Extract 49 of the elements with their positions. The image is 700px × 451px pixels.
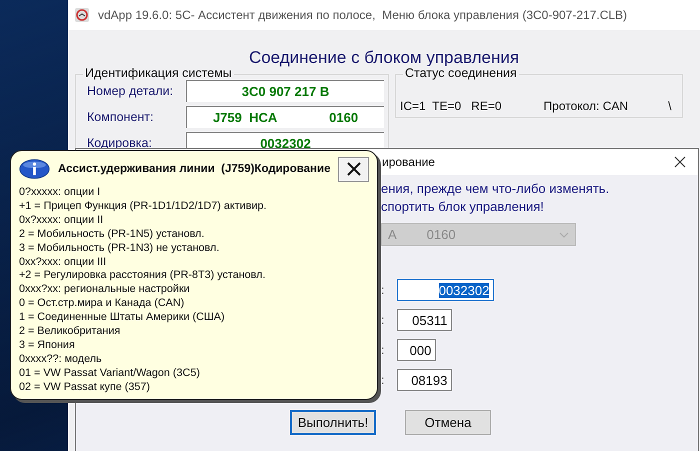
field-label: : — [381, 283, 384, 297]
help-line: 2 = Мобильность (PR-1N5) установл. — [19, 228, 206, 242]
help-line: 0xxxx??: модель — [19, 352, 103, 367]
app-icon — [74, 7, 90, 23]
value-text: J759 HCA — [212, 110, 278, 125]
spinner-text: \ — [668, 98, 672, 112]
input-field[interactable]: 0032302 — [397, 279, 494, 301]
close-icon[interactable] — [674, 156, 686, 168]
help-line: 0 = Ост.стр.мира и Канада (CAN) — [19, 297, 186, 312]
help-line: 0x?xxxx: опции II — [19, 214, 104, 228]
help-line: 0xxx?xx: региональные настройки — [19, 283, 191, 298]
field-label: Кодировка: — [87, 136, 153, 150]
warning-text: ения, прежде чем что-либо изменять. — [381, 180, 610, 198]
help-line: 3 = Япония — [19, 338, 76, 353]
field-label: : — [381, 313, 384, 327]
input-field[interactable]: 000 — [397, 339, 436, 361]
close-icon — [346, 162, 361, 176]
dialog-button[interactable]: Отмена — [405, 410, 491, 435]
value-text: 0160 — [329, 110, 358, 125]
help-line: 1 = Соединенные Штаты Америки (США) — [19, 311, 226, 326]
dialog-button[interactable]: Выполнить! — [290, 410, 376, 435]
help-line: 0xx?xxx: опции III — [19, 256, 108, 270]
protocol-text: Протокол: CAN — [544, 98, 628, 112]
info-icon — [19, 157, 50, 181]
help-line: +1 = Прицеп Функция (PR-1D1/1D2/1D7) активир. — [19, 200, 268, 214]
value-text: 0032302 — [260, 136, 311, 151]
group-title: Идентификация системы — [83, 66, 234, 80]
chevron-icon — [559, 232, 569, 238]
help-line: 3 = Мобильность (PR-1N3) не установл. — [19, 242, 220, 256]
field-label: Номер детали: — [87, 84, 174, 98]
field-label: : — [381, 373, 384, 387]
input-field[interactable]: 05311 — [397, 309, 452, 331]
value-text: 3C0 907 217 B — [242, 84, 330, 99]
field-label: Компонент: — [87, 110, 155, 124]
input-field[interactable]: 08193 — [397, 369, 452, 391]
group-title: Статус соединения — [403, 66, 519, 80]
close-button[interactable] — [338, 156, 369, 182]
warning-text: спортить блок управления! — [381, 198, 545, 216]
help-line: 2 = Великобритания — [19, 325, 122, 339]
section-heading: Соединение с блоком управления — [248, 48, 520, 68]
tooltip-title: Ассист.удерживания линии (J759)Кодирование — [58, 163, 330, 175]
window-title: vdApp 19.6.0: 5C- Ассистент движения по полосе, Меню блока управления (3C0-907-217.CLB) — [98, 8, 628, 22]
help-line: +2 = Регулировка расстояния (PR-8T3) установл. — [19, 269, 266, 284]
help-line: 02 = VW Passat купе (357) — [19, 380, 152, 395]
help-line: 01 = VW Passat Variant/Wagon (3C5) — [19, 366, 201, 381]
connection-status: IC=1 TE=0 RE=0 — [400, 98, 502, 112]
dialog-title: ирование — [382, 155, 436, 169]
field-label: : — [381, 343, 384, 357]
help-line: 0?xxxxx: опции I — [19, 186, 102, 200]
